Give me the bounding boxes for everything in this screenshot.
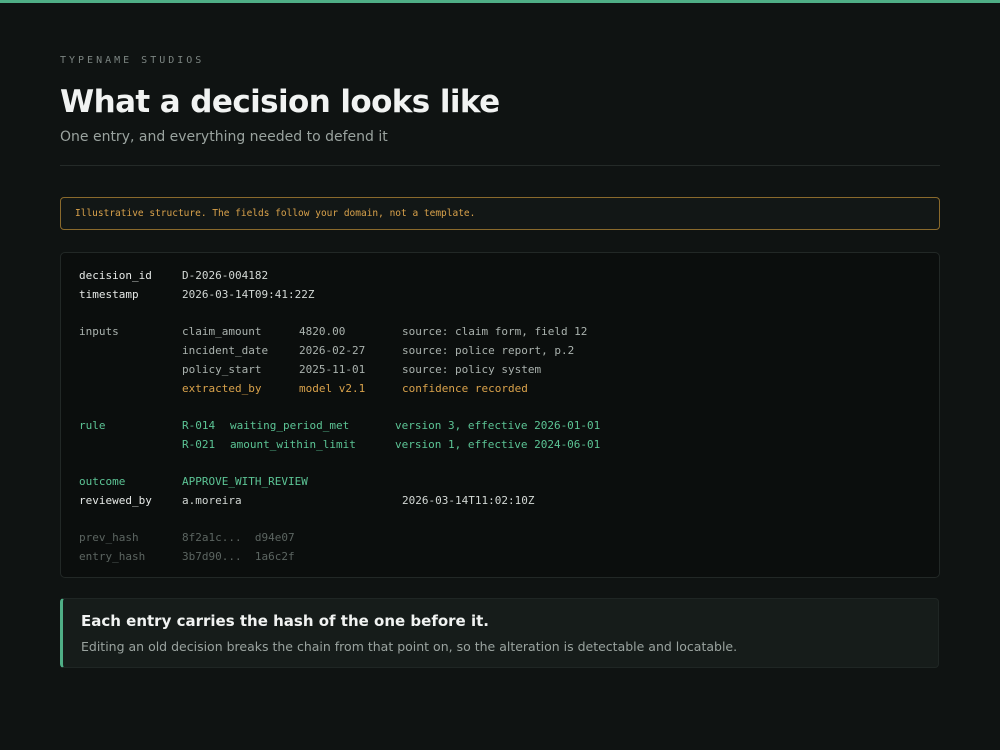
decision-id-key: decision_id — [79, 269, 152, 282]
timestamp-key: timestamp — [79, 288, 139, 301]
prev-hash-key: prev_hash — [79, 531, 139, 544]
outcome-value: APPROVE_WITH_REVIEW — [182, 475, 308, 488]
callout-body: Editing an old decision breaks the chain… — [81, 639, 738, 654]
rule-key: rule — [79, 419, 106, 432]
input-source: confidence recorded — [402, 382, 528, 395]
rule-version: version 3, effective 2026-01-01 — [395, 419, 601, 432]
brand-label: TYPENAME STUDIOS — [60, 55, 205, 66]
illustrative-notice: Illustrative structure. The fields follo… — [60, 197, 940, 230]
input-value: 4820.00 — [299, 325, 346, 338]
callout-title: Each entry carries the hash of the one b… — [81, 612, 489, 630]
input-value: 2026-02-27 — [299, 344, 366, 357]
timestamp-value: 2026-03-14T09:41:22Z — [182, 288, 315, 301]
reviewed-by-key: reviewed_by — [79, 494, 152, 507]
input-name: policy_start — [182, 363, 262, 376]
prev-hash-value: 8f2a1c... d94e07 — [182, 531, 295, 544]
rule-id: R-014 — [182, 419, 216, 432]
header-divider — [60, 165, 940, 166]
input-value: model v2.1 — [299, 382, 366, 395]
hash-chain-callout: Each entry carries the hash of the one b… — [60, 598, 939, 668]
page-title: What a decision looks like — [60, 84, 500, 120]
inputs-key: inputs — [79, 325, 119, 338]
outcome-key: outcome — [79, 475, 126, 488]
rule-name: amount_within_limit — [230, 438, 356, 451]
input-name: incident_date — [182, 344, 269, 357]
reviewer-name: a.moreira — [182, 494, 242, 507]
page-subtitle: One entry, and everything needed to defe… — [60, 129, 388, 145]
review-timestamp: 2026-03-14T11:02:10Z — [402, 494, 535, 507]
decision-id-value: D-2026-004182 — [182, 269, 269, 282]
entry-hash-value: 3b7d90... 1a6c2f — [182, 550, 295, 563]
input-name: extracted_by — [182, 382, 262, 395]
input-source: source: police report, p.2 — [402, 344, 575, 357]
input-source: source: policy system — [402, 363, 542, 376]
input-name: claim_amount — [182, 325, 262, 338]
notice-text: Illustrative structure. The fields follo… — [75, 208, 476, 219]
input-value: 2025-11-01 — [299, 363, 366, 376]
rule-id: R-021 — [182, 438, 216, 451]
rule-version: version 1, effective 2024-06-01 — [395, 438, 601, 451]
decision-record: decision_id D-2026-004182 timestamp 2026… — [60, 252, 940, 578]
rule-name: waiting_period_met — [230, 419, 350, 432]
accent-top-bar — [0, 0, 1000, 3]
input-source: source: claim form, field 12 — [402, 325, 588, 338]
entry-hash-key: entry_hash — [79, 550, 146, 563]
